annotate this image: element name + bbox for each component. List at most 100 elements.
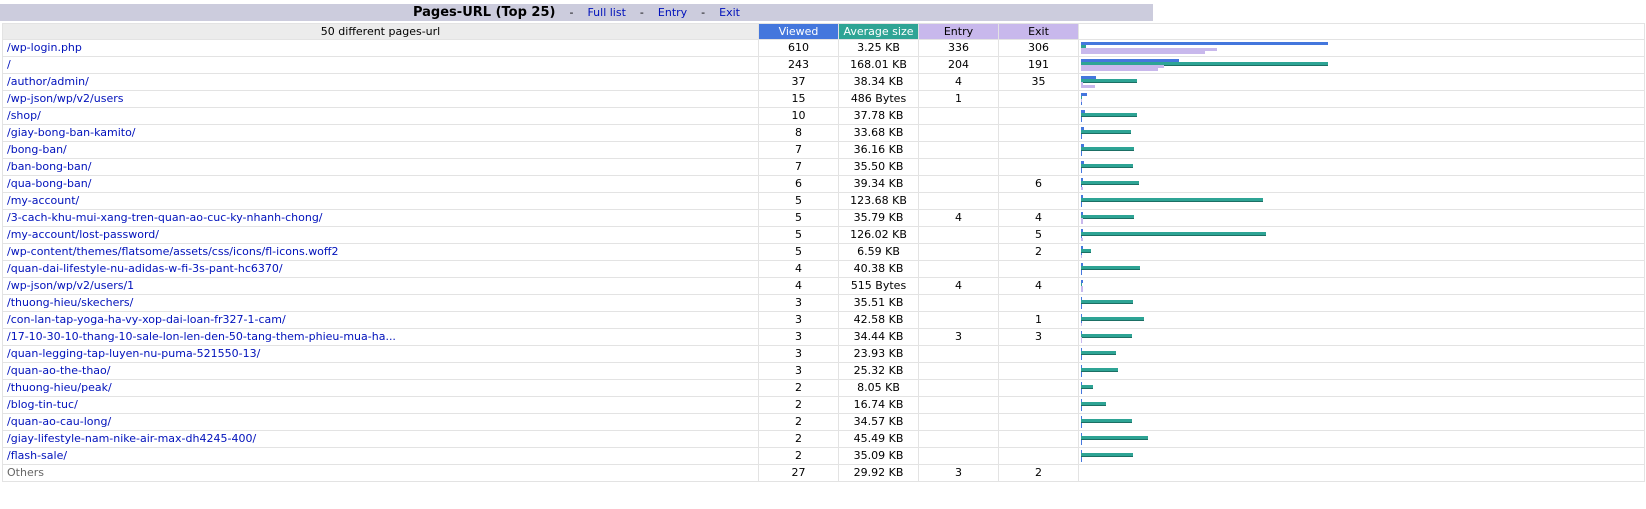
- page-url-link[interactable]: /: [7, 58, 11, 71]
- entry-cell: [918, 447, 999, 465]
- bar-graph-cell: [1078, 396, 1645, 414]
- table-row: /quan-legging-tap-luyen-nu-puma-521550-1…: [2, 345, 1645, 363]
- average-size-bar: [1081, 436, 1148, 440]
- average-size-cell: 35.79 KB: [838, 209, 919, 227]
- entry-cell: 1: [918, 90, 999, 108]
- bar-graph-cell: [1078, 311, 1645, 329]
- entry-cell: [918, 107, 999, 125]
- page-url-link[interactable]: /wp-json/wp/v2/users/1: [7, 279, 134, 292]
- exit-bar: [1081, 221, 1083, 224]
- average-size-cell: 35.51 KB: [838, 294, 919, 312]
- entry-cell: [918, 345, 999, 363]
- average-size-bar: [1081, 164, 1133, 168]
- bar-graph-cell: [1078, 158, 1645, 176]
- entry-cell: 204: [918, 56, 999, 74]
- page-url-cell: /my-account/: [2, 192, 759, 210]
- page-url-cell: /quan-ao-cau-long/: [2, 413, 759, 431]
- pages-count-header: 50 different pages-url: [2, 23, 759, 40]
- table-row: /wp-content/themes/flatsome/assets/css/i…: [2, 243, 1645, 261]
- bar-graph-cell: [1078, 39, 1645, 57]
- average-size-bar: [1081, 79, 1137, 83]
- others-row: Others 27 29.92 KB 3 2: [2, 464, 1645, 482]
- entry-cell: [918, 413, 999, 431]
- full-list-link[interactable]: Full list: [587, 6, 625, 19]
- page-url-link[interactable]: /giay-lifestyle-nam-nike-air-max-dh4245-…: [7, 432, 256, 445]
- entry-cell: [918, 158, 999, 176]
- table-row: /blog-tin-tuc/2 16.74 KB: [2, 396, 1645, 414]
- exit-cell: [998, 379, 1079, 397]
- table-row: /wp-login.php 610 3.25 KB 336 306: [2, 39, 1645, 57]
- exit-link[interactable]: Exit: [719, 6, 740, 19]
- page-url-link[interactable]: /giay-bong-ban-kamito/: [7, 126, 136, 139]
- page-url-link[interactable]: /3-cach-khu-mui-xang-tren-quan-ao-cuc-ky…: [7, 211, 323, 224]
- page-url-link[interactable]: /quan-legging-tap-luyen-nu-puma-521550-1…: [7, 347, 260, 360]
- table-row: /thuong-hieu/skechers/3 35.51 KB: [2, 294, 1645, 312]
- bar-graph-cell: [1078, 192, 1645, 210]
- entry-cell: 336: [918, 39, 999, 57]
- viewed-cell: 3: [758, 362, 839, 380]
- page-url-link[interactable]: /quan-ao-cau-long/: [7, 415, 111, 428]
- table-row: /author/admin/37 38.34 KB 4 35: [2, 73, 1645, 91]
- page-url-link[interactable]: /con-lan-tap-yoga-ha-vy-xop-dai-loan-fr3…: [7, 313, 286, 326]
- page-url-link[interactable]: /thuong-hieu/peak/: [7, 381, 112, 394]
- exit-cell: 35: [998, 73, 1079, 91]
- entry-cell: 3: [918, 464, 999, 482]
- table-row: /wp-json/wp/v2/users 15 486 Bytes 1: [2, 90, 1645, 108]
- entry-cell: [918, 379, 999, 397]
- average-size-cell: 25.32 KB: [838, 362, 919, 380]
- page-url-link[interactable]: /qua-bong-ban/: [7, 177, 91, 190]
- page-url-link[interactable]: /bong-ban/: [7, 143, 67, 156]
- exit-cell: [998, 90, 1079, 108]
- page-url-link[interactable]: /my-account/: [7, 194, 79, 207]
- table-row: /quan-dai-lifestyle-nu-adidas-w-fi-3s-pa…: [2, 260, 1645, 278]
- page-url-link[interactable]: /wp-content/themes/flatsome/assets/css/i…: [7, 245, 339, 258]
- page-url-link[interactable]: /wp-json/wp/v2/users: [7, 92, 123, 105]
- viewed-cell: 4: [758, 260, 839, 278]
- page-url-link[interactable]: /17-10-30-10-thang-10-sale-lon-len-den-5…: [7, 330, 396, 343]
- average-size-cell: 16.74 KB: [838, 396, 919, 414]
- page-url-cell: /ban-bong-ban/: [2, 158, 759, 176]
- viewed-cell: 5: [758, 192, 839, 210]
- page-url-cell: /flash-sale/: [2, 447, 759, 465]
- page-url-link[interactable]: /author/admin/: [7, 75, 89, 88]
- page-url-link[interactable]: /shop/: [7, 109, 41, 122]
- exit-cell: 2: [998, 464, 1079, 482]
- exit-cell: [998, 413, 1079, 431]
- average-size-bar: [1081, 249, 1091, 253]
- page-url-cell: /wp-content/themes/flatsome/assets/css/i…: [2, 243, 759, 261]
- page-url-link[interactable]: /blog-tin-tuc/: [7, 398, 78, 411]
- bar-graph-cell: [1078, 328, 1645, 346]
- page-url-cell: /quan-ao-the-thao/: [2, 362, 759, 380]
- table-row: /giay-lifestyle-nam-nike-air-max-dh4245-…: [2, 430, 1645, 448]
- entry-cell: 4: [918, 209, 999, 227]
- page-url-cell: /blog-tin-tuc/: [2, 396, 759, 414]
- table-row: /quan-ao-cau-long/2 34.57 KB: [2, 413, 1645, 431]
- average-size-cell: 123.68 KB: [838, 192, 919, 210]
- entry-link[interactable]: Entry: [658, 6, 687, 19]
- entry-cell: [918, 294, 999, 312]
- page-url-link[interactable]: /quan-ao-the-thao/: [7, 364, 110, 377]
- viewed-cell: 3: [758, 345, 839, 363]
- page-url-link[interactable]: /quan-dai-lifestyle-nu-adidas-w-fi-3s-pa…: [7, 262, 283, 275]
- viewed-cell: 6: [758, 175, 839, 193]
- separator: -: [639, 6, 644, 19]
- table-row: /3-cach-khu-mui-xang-tren-quan-ao-cuc-ky…: [2, 209, 1645, 227]
- exit-bar: [1081, 51, 1205, 54]
- entry-cell: [918, 260, 999, 278]
- page-url-cell: /qua-bong-ban/: [2, 175, 759, 193]
- average-size-bar: [1081, 147, 1134, 151]
- average-size-bar: [1081, 453, 1133, 457]
- page-url-link[interactable]: /wp-login.php: [7, 41, 82, 54]
- pages-url-table: 50 different pages-url Viewed Average si…: [2, 23, 1645, 482]
- average-size-cell: 34.57 KB: [838, 413, 919, 431]
- average-size-column-header: Average size: [838, 23, 919, 40]
- page-url-link[interactable]: /my-account/lost-password/: [7, 228, 159, 241]
- table-row: /wp-json/wp/v2/users/1 4 515 Bytes 4 4: [2, 277, 1645, 295]
- page-url-link[interactable]: /thuong-hieu/skechers/: [7, 296, 133, 309]
- entry-cell: [918, 141, 999, 159]
- section-title: Pages-URL (Top 25): [412, 5, 556, 20]
- page-url-link[interactable]: /flash-sale/: [7, 449, 67, 462]
- page-url-link[interactable]: /ban-bong-ban/: [7, 160, 91, 173]
- viewed-cell: 2: [758, 430, 839, 448]
- exit-cell: [998, 447, 1079, 465]
